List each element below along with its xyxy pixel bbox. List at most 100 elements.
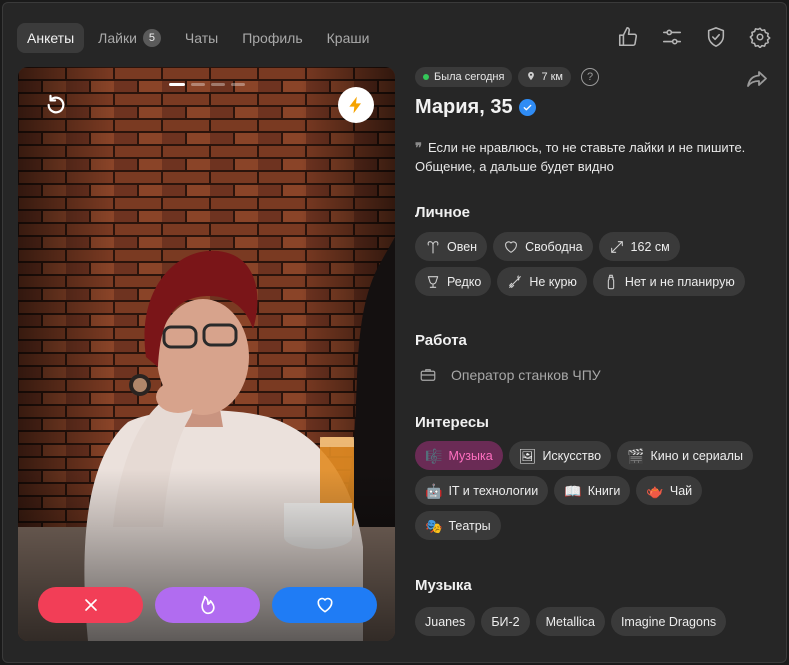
verified-badge-icon <box>518 99 536 116</box>
music-chip: Juanes <box>415 607 476 636</box>
music-chips: Juanes БИ-2 Metallica Imagine Dragons <box>415 607 765 636</box>
tab-crushes[interactable]: Краши <box>317 23 380 53</box>
chip-label: Не курю <box>529 274 577 289</box>
online-dot-icon <box>423 74 429 80</box>
chip-label: Книги <box>587 483 621 498</box>
teapot-icon: 🫖 <box>646 482 664 499</box>
personal-chip-smoking: Не курю <box>497 267 587 296</box>
chip-label: Музыка <box>448 448 493 463</box>
music-chip: Metallica <box>535 607 605 636</box>
top-icon-bar <box>616 25 772 49</box>
likes-count-badge: 5 <box>142 29 161 47</box>
interest-chip-music: 🎼 Музыка <box>415 441 503 470</box>
help-icon[interactable]: ? <box>581 68 599 86</box>
interest-chip-it: 🤖 IT и технологии <box>415 476 549 505</box>
thumbs-up-icon[interactable] <box>616 25 640 49</box>
tab-label: Краши <box>326 30 370 46</box>
chip-label: Свободна <box>525 239 583 254</box>
section-title-music: Музыка <box>415 577 472 594</box>
interest-chip-tea: 🫖 Чай <box>636 476 703 505</box>
tab-label: Профиль <box>242 30 303 46</box>
dislike-button[interactable] <box>38 587 143 623</box>
personal-chip-alcohol: Редко <box>415 267 492 296</box>
interest-chips: 🎼 Музыка 🖼 Искусство 🎬 Кино и сериалы 🤖 IT и… <box>415 441 765 540</box>
chip-label: Редко <box>447 274 482 289</box>
distance-badge: 7 км <box>518 67 571 87</box>
dislike-x-icon <box>84 599 97 611</box>
status-text: Была сегодня <box>434 71 505 83</box>
open-book-icon: 📖 <box>564 482 582 499</box>
personal-chip-zodiac: Овен <box>415 232 488 261</box>
boost-button[interactable] <box>338 87 374 123</box>
profile-details: Была сегодня 7 км ? Мария, 35 ❞ Если не н… <box>415 67 775 636</box>
profile-photo-image <box>18 67 395 641</box>
page-dot[interactable] <box>191 83 205 86</box>
tab-chats[interactable]: Чаты <box>175 23 228 53</box>
page-dot[interactable] <box>211 83 225 86</box>
robot-icon: 🤖 <box>425 482 443 499</box>
chip-label: Нет и не планирую <box>624 274 735 289</box>
clapper-board-icon: 🎬 <box>627 447 645 464</box>
work-text: Оператор станков ЧПУ <box>451 367 601 383</box>
tab-label: Лайки <box>98 30 137 46</box>
like-heart-icon <box>316 597 333 613</box>
swipe-actions <box>38 587 377 623</box>
name-row: Мария, 35 <box>415 96 775 119</box>
zodiac-aries-icon <box>427 240 439 254</box>
profile-bio: ❞ Если не нравлюсь, то не ставьте лайки и… <box>415 139 775 176</box>
undo-button[interactable] <box>41 90 71 120</box>
bio-text: Если не нравлюсь, то не ставьте лайки и … <box>415 140 746 174</box>
music-chip: Imagine Dragons <box>610 607 727 636</box>
tab-likes[interactable]: Лайки 5 <box>88 23 171 53</box>
music-chip: БИ-2 <box>481 607 530 636</box>
profile-name: Мария, 35 <box>415 96 513 118</box>
page-dot-active[interactable] <box>169 83 185 86</box>
wine-glass-icon <box>427 275 439 288</box>
music-notes-icon: 🎼 <box>425 447 443 464</box>
filters-icon[interactable] <box>660 25 684 49</box>
work-row: Оператор станков ЧПУ <box>415 366 775 384</box>
chip-label: Кино и сериалы <box>650 448 743 463</box>
interest-chip-movies: 🎬 Кино и сериалы <box>617 441 753 470</box>
personal-chip-kids: Нет и не планирую <box>592 267 745 296</box>
theatre-masks-icon: 🎭 <box>425 517 443 534</box>
app-window: Анкеты Лайки 5 Чаты Профиль Краши Была с… <box>2 2 787 663</box>
interest-chip-theatre: 🎭 Театры <box>415 511 501 540</box>
undo-icon <box>47 94 65 114</box>
page-dot[interactable] <box>231 83 245 86</box>
online-status-badge: Была сегодня <box>415 67 513 87</box>
section-title-personal: Личное <box>415 204 471 221</box>
height-arrows-icon <box>610 240 623 253</box>
settings-gear-icon[interactable] <box>748 25 772 49</box>
tab-label: Чаты <box>184 30 219 46</box>
shield-check-icon[interactable] <box>704 25 728 49</box>
share-icon[interactable] <box>745 67 771 93</box>
heart-outline-icon <box>505 240 517 253</box>
chip-label: IT и технологии <box>448 483 539 498</box>
chip-label: Овен <box>447 239 478 254</box>
profile-photo-card[interactable] <box>18 67 395 641</box>
chip-label: Театры <box>448 518 491 533</box>
status-row: Была сегодня 7 км ? <box>415 67 775 87</box>
personal-chip-relationship: Свободна <box>493 232 593 261</box>
location-pin-icon <box>526 71 536 84</box>
briefcase-icon <box>420 369 436 381</box>
quote-icon: ❞ <box>415 141 422 156</box>
tab-profile[interactable]: Профиль <box>232 23 312 53</box>
interest-chip-art: 🖼 Искусство <box>508 441 612 470</box>
distance-text: 7 км <box>541 71 563 83</box>
like-button[interactable] <box>272 587 377 623</box>
superlike-flame-icon <box>200 595 215 615</box>
chip-label: Искусство <box>542 448 602 463</box>
framed-picture-icon: 🖼 <box>518 447 537 464</box>
chip-label: Чай <box>669 483 693 498</box>
tab-ankety[interactable]: Анкеты <box>17 23 85 53</box>
chip-label: 162 см <box>630 239 670 254</box>
baby-bottle-icon <box>607 274 615 289</box>
section-title-interests: Интересы <box>415 414 489 431</box>
personal-chips: Овен Свободна 162 см Редко Не курю Нет и… <box>415 232 755 296</box>
personal-chip-height: 162 см <box>598 232 680 261</box>
interest-chip-books: 📖 Книги <box>554 476 631 505</box>
section-title-work: Работа <box>415 332 467 349</box>
superlike-button[interactable] <box>155 587 260 623</box>
